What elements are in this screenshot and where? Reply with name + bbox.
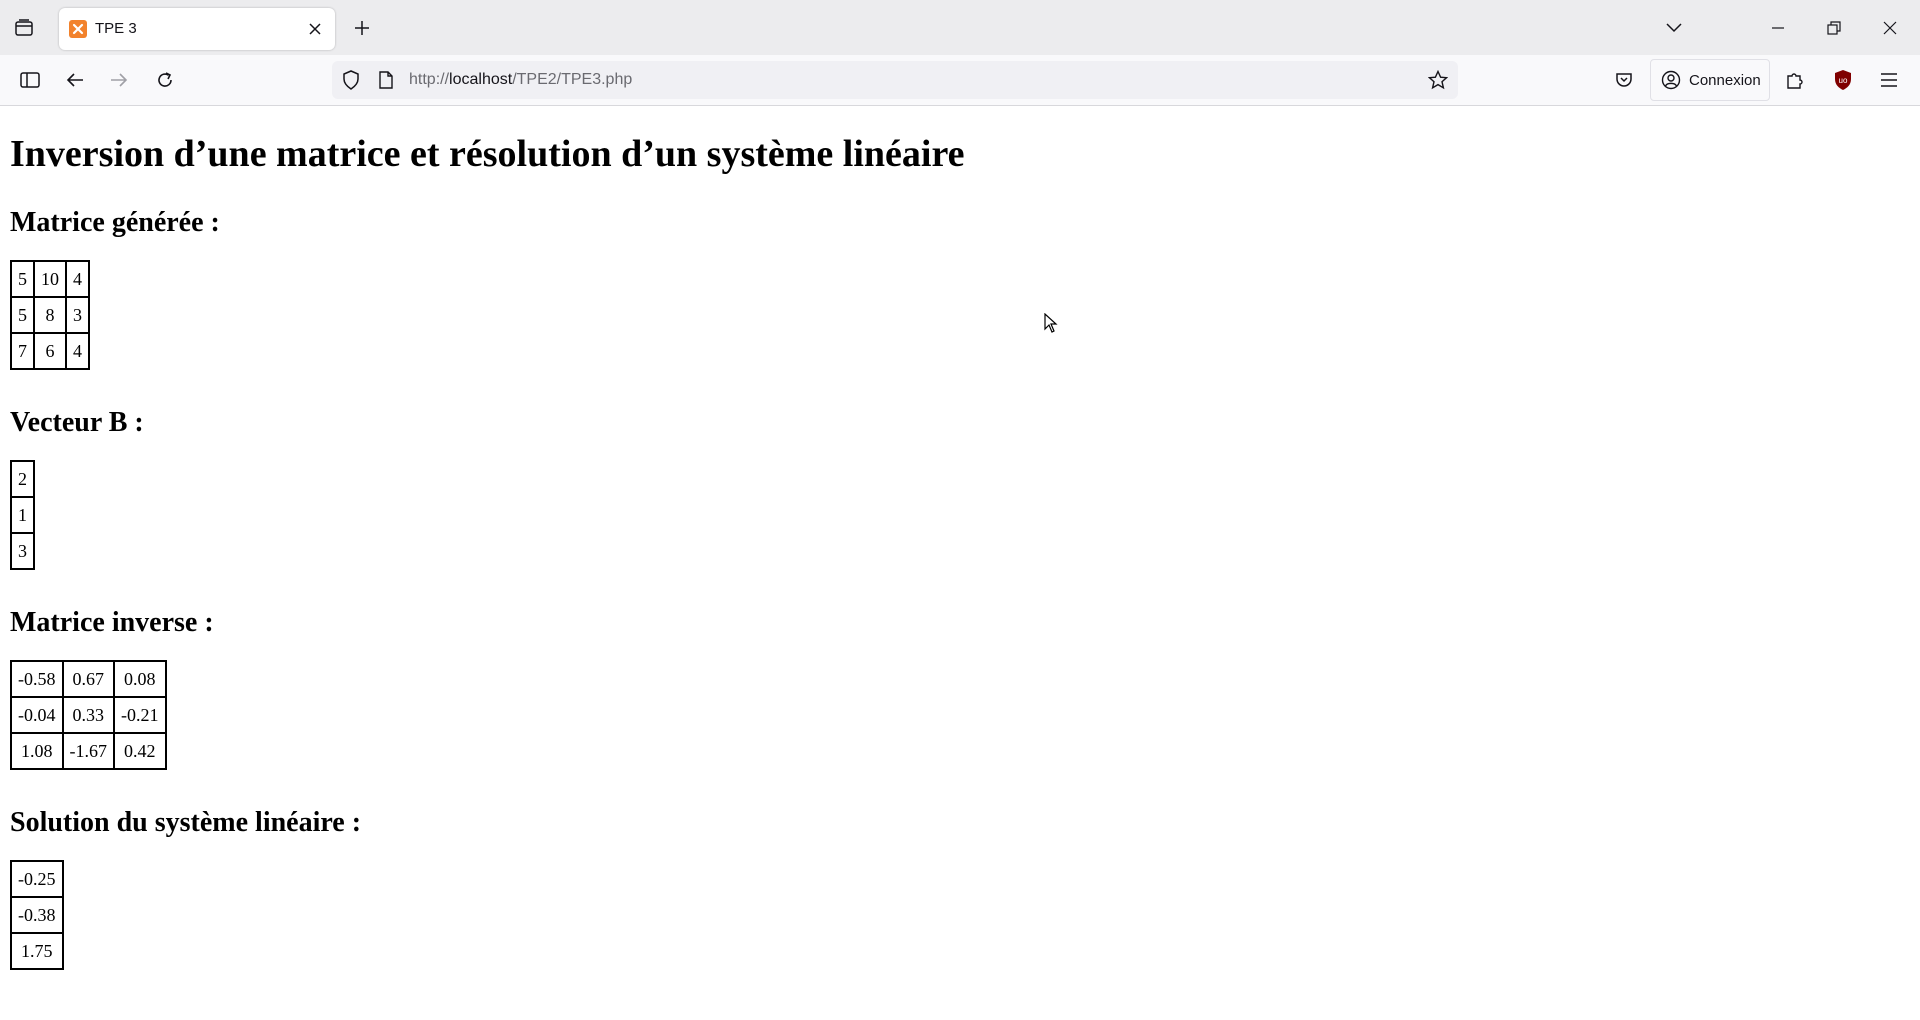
inverse-cell: 1.08 [11,733,63,769]
matrix-cell: 3 [66,297,89,333]
menu-button[interactable] [1872,63,1906,97]
table-row: 2 [11,461,34,497]
hamburger-menu-icon [1881,73,1897,87]
account-icon [1661,70,1681,90]
matrix-heading: Matrice générée : [10,207,220,238]
extensions-button[interactable] [1778,63,1812,97]
inverse-matrix-table: -0.58 0.67 0.08 -0.04 0.33 -0.21 1.08 -1… [10,660,167,770]
table-row: 1.75 [11,933,63,969]
solution-table: -0.25 -0.38 1.75 [10,860,64,970]
plus-icon [355,21,369,35]
tab-title: TPE 3 [95,20,137,37]
table-row: -0.04 0.33 -0.21 [11,697,166,733]
inverse-cell: -0.58 [11,661,63,697]
inverse-cell: 0.33 [62,697,114,733]
sidebar-icon [20,72,40,88]
page-title: Inversion d’une matrice et résolution d’… [10,133,965,175]
matrix-cell: 7 [11,333,34,369]
table-row: -0.58 0.67 0.08 [11,661,166,697]
inverse-heading: Matrice inverse : [10,607,214,638]
solution-heading: Solution du système linéaire : [10,807,362,838]
navigation-toolbar: http://localhost/TPE2/TPE3.php Connexion… [0,55,1920,106]
vector-heading: Vecteur B : [10,407,144,438]
firefox-view-icon [15,19,33,36]
generated-matrix-table: 5 10 4 5 8 3 7 6 4 [10,260,90,370]
tab-close-button[interactable] [303,17,327,41]
matrix-cell: 5 [11,261,34,297]
tab-tpe3[interactable]: TPE 3 [59,8,335,50]
inverse-cell: -1.67 [62,733,114,769]
table-row: -0.25 [11,861,63,897]
url-prefix: http:// [409,71,450,88]
ublock-extension-button[interactable]: uo [1826,63,1860,97]
account-button[interactable]: Connexion [1650,59,1770,101]
vector-cell: 3 [11,533,34,569]
table-row: 3 [11,533,34,569]
arrow-left-icon [66,73,83,87]
chevron-down-icon [1666,23,1682,33]
matrix-cell: 10 [34,261,66,297]
table-row: 5 8 3 [11,297,89,333]
matrix-cell: 4 [66,333,89,369]
url-path: /TPE2/TPE3.php [512,71,633,88]
pocket-button[interactable] [1607,63,1641,97]
minimize-button[interactable] [1762,12,1794,44]
svg-text:uo: uo [1839,76,1848,85]
inverse-cell: -0.04 [11,697,63,733]
table-row: 5 10 4 [11,261,89,297]
inverse-cell: -0.21 [114,697,166,733]
arrow-right-icon [111,73,128,87]
url-text[interactable]: http://localhost/TPE2/TPE3.php [409,71,632,89]
url-host: localhost [449,71,513,88]
matrix-cell: 4 [66,261,89,297]
reload-button[interactable] [148,63,182,97]
new-tab-button[interactable] [348,14,376,42]
account-label: Connexion [1689,71,1761,89]
vector-b-table: 2 1 3 [10,460,35,570]
solution-cell: -0.38 [11,897,63,933]
reload-icon [158,72,172,87]
puzzle-icon [1787,73,1803,89]
matrix-cell: 8 [34,297,66,333]
shield-icon[interactable] [342,70,360,90]
star-icon[interactable] [1428,70,1448,90]
xampp-icon [69,20,87,38]
close-icon [309,23,321,35]
vector-cell: 2 [11,461,34,497]
close-window-button[interactable] [1874,12,1906,44]
table-row: 7 6 4 [11,333,89,369]
back-button[interactable] [58,63,92,97]
list-all-tabs-button[interactable] [1660,14,1688,42]
url-bar[interactable]: http://localhost/TPE2/TPE3.php [332,61,1458,99]
page-content: Inversion d’une matrice et résolution d’… [10,106,1910,970]
page-icon[interactable] [378,71,394,89]
table-row: 1.08 -1.67 0.42 [11,733,166,769]
tab-bar: TPE 3 [0,0,1920,55]
ublock-origin-icon: uo [1835,70,1851,90]
minimize-icon [1772,27,1784,29]
matrix-cell: 5 [11,297,34,333]
forward-button[interactable] [102,63,136,97]
close-icon [1883,21,1897,35]
restore-icon [1827,21,1841,35]
matrix-cell: 6 [34,333,66,369]
inverse-cell: 0.08 [114,661,166,697]
solution-cell: 1.75 [11,933,63,969]
inverse-cell: 0.42 [114,733,166,769]
pocket-icon [1616,73,1632,87]
firefox-view-button[interactable] [10,14,38,42]
mouse-cursor-icon [1044,313,1058,333]
table-row: -0.38 [11,897,63,933]
restore-button[interactable] [1818,12,1850,44]
inverse-cell: 0.67 [62,661,114,697]
solution-cell: -0.25 [11,861,63,897]
table-row: 1 [11,497,34,533]
sidebar-button[interactable] [13,63,47,97]
vector-cell: 1 [11,497,34,533]
